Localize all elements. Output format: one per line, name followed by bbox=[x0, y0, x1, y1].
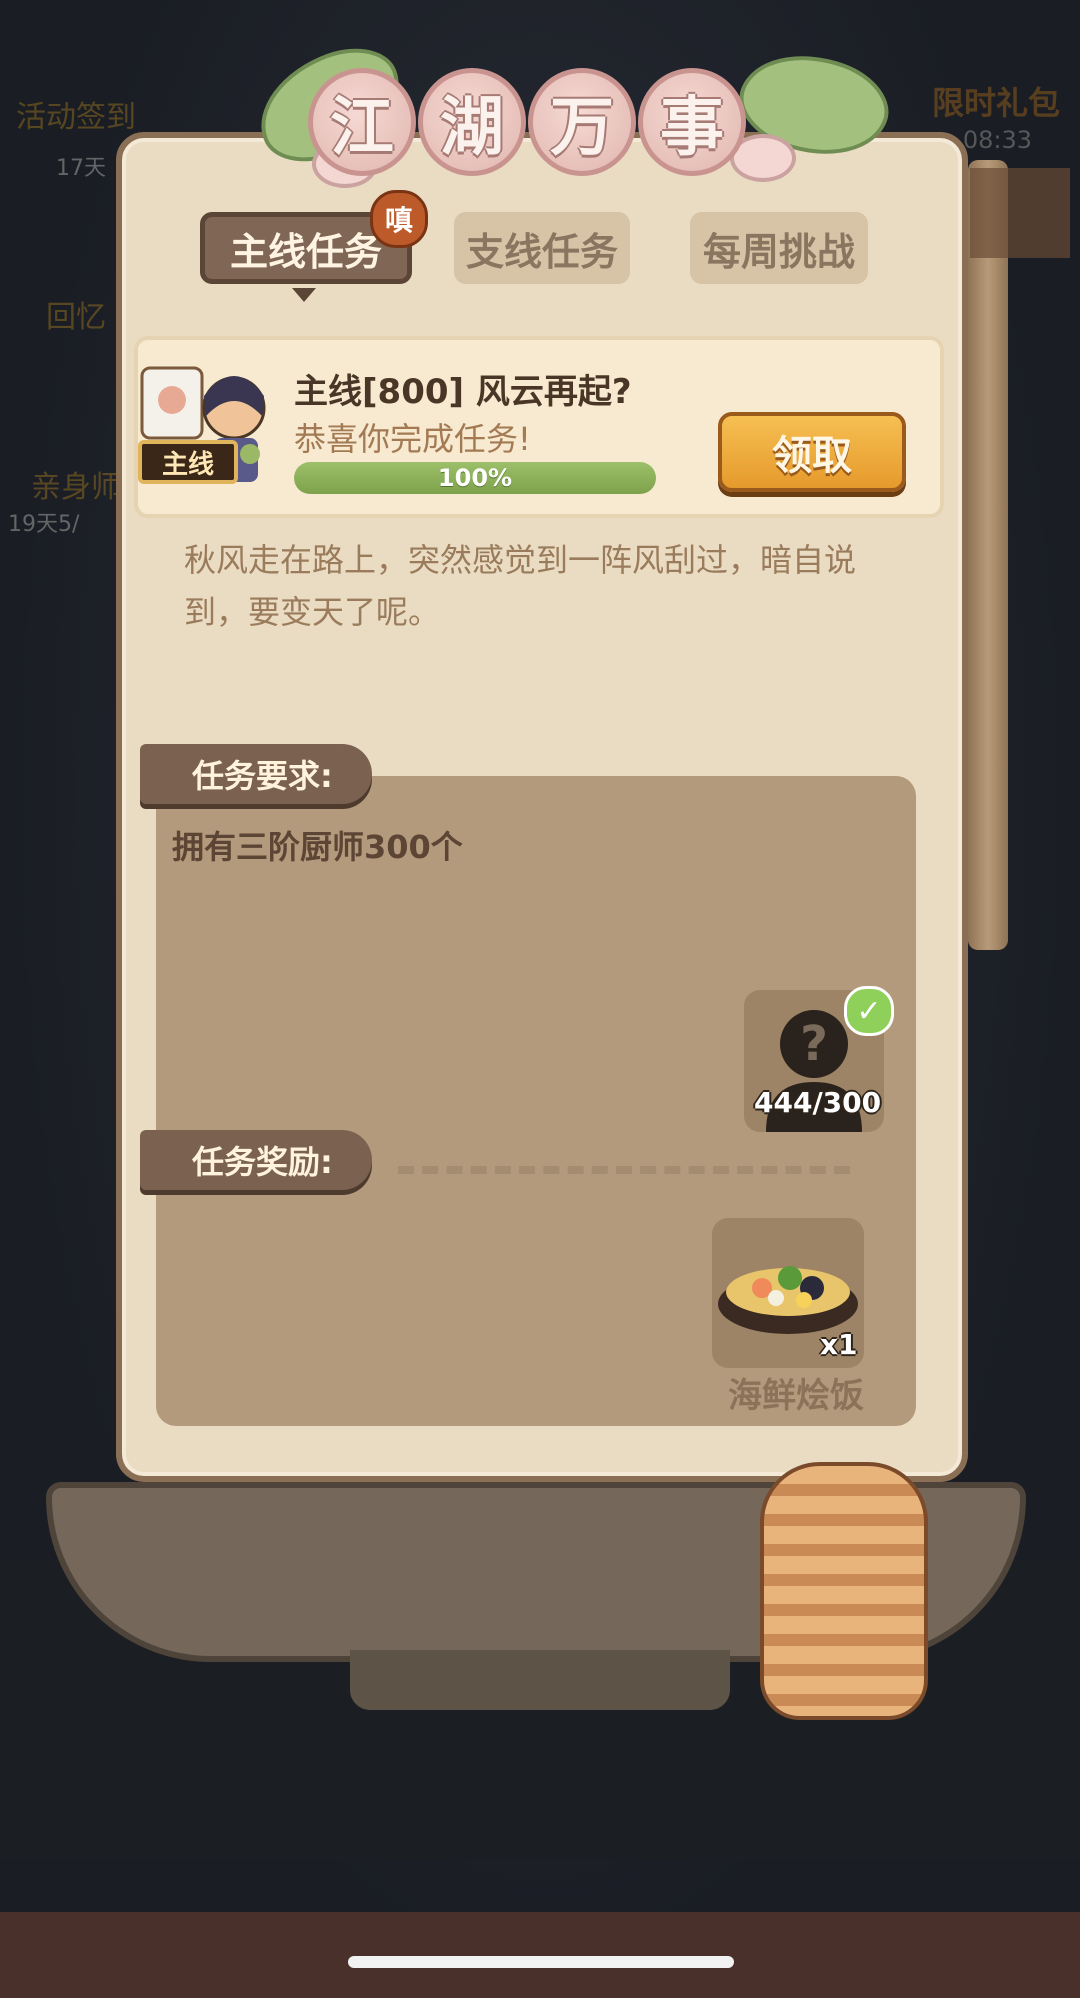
bg-limited-pack-label: 限时礼包 bbox=[931, 84, 1060, 122]
quest-type-tag: 主线 bbox=[138, 440, 238, 484]
bg-limited-pack-timer: 08:33 bbox=[962, 126, 1032, 154]
quest-description: 秋风走在路上，突然感觉到一阵风刮过，暗自说到，要变天了呢。 bbox=[184, 541, 857, 631]
section-divider bbox=[398, 1166, 850, 1174]
tab-weekly-challenge[interactable]: 每周挑战 bbox=[690, 212, 868, 284]
title-char: 湖 bbox=[418, 68, 526, 176]
quest-title: 主线[800] 风云再起? bbox=[294, 372, 632, 412]
title-char: 事 bbox=[638, 68, 746, 176]
reward-item-count: x1 bbox=[820, 1328, 858, 1361]
scroll-tab bbox=[970, 168, 1070, 258]
tab-side-quest[interactable]: 支线任务 bbox=[454, 212, 630, 284]
bg-event-signin-sub: 17天 bbox=[56, 156, 106, 181]
claim-button[interactable]: 领取 bbox=[718, 412, 906, 492]
home-indicator[interactable] bbox=[348, 1956, 734, 1968]
bottom-bar bbox=[0, 1912, 1080, 1998]
active-tab-pointer-icon bbox=[292, 288, 316, 302]
svg-text:?: ? bbox=[800, 1016, 828, 1072]
bowl-base-decoration bbox=[350, 1650, 730, 1710]
requirement-item-count: 444/300 bbox=[754, 1086, 882, 1119]
reward-header: 任务奖励: bbox=[140, 1130, 372, 1190]
bg-mentor-sub: 19天5/ bbox=[8, 512, 80, 537]
quest-progress-text: 100% bbox=[437, 464, 513, 492]
tab-badge: 嗔 bbox=[370, 190, 428, 248]
bg-event-signin-label: 活动签到 bbox=[16, 100, 136, 135]
complete-check-icon: ✓ bbox=[844, 986, 894, 1036]
panel-title: 江 湖 万 事 bbox=[308, 68, 746, 178]
quest-subtitle: 恭喜你完成任务! bbox=[294, 420, 531, 458]
requirement-text: 拥有三阶厨师300个 bbox=[172, 828, 463, 866]
requirement-header: 任务要求: bbox=[140, 744, 372, 804]
title-char: 江 bbox=[308, 68, 416, 176]
scroll-rod bbox=[968, 160, 1008, 950]
title-char: 万 bbox=[528, 68, 636, 176]
cat-decoration-icon bbox=[760, 1462, 928, 1720]
reward-item-name: 海鲜烩饭 bbox=[728, 1376, 864, 1416]
